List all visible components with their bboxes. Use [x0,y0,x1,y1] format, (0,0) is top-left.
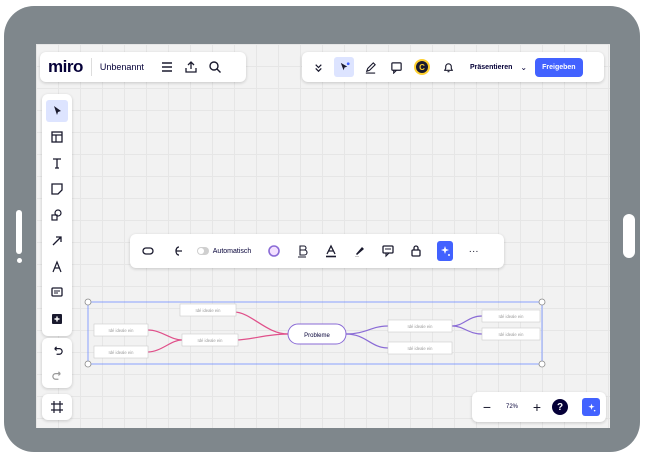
arrow-icon[interactable] [46,230,68,252]
zoom-level[interactable]: 72% [502,404,522,410]
mind-map-root-label: Probleme [304,333,330,339]
avatar-wrapper[interactable]: C [412,57,432,77]
mind-map-node[interactable]: Idé ideale ein [387,341,453,355]
comment-icon[interactable] [380,241,397,261]
branch-line [147,329,183,341]
mind-map-node-label: Idé ideale ein [499,314,525,319]
undo-redo-bar [42,338,72,388]
mind-map-node[interactable]: Idé ideale ein [93,345,149,359]
redo-icon[interactable] [47,366,67,386]
branch-icon[interactable] [169,241,186,261]
branch-line [233,311,289,335]
add-icon[interactable] [46,308,68,330]
auto-layout-toggle[interactable] [197,247,209,255]
undo-icon[interactable] [47,341,67,361]
mind-map-node[interactable]: Idé ideale ein [387,319,453,333]
menu-icon[interactable] [158,58,176,76]
zoom-out-button[interactable]: − [478,399,496,415]
assist-icon[interactable] [582,398,600,416]
mind-map-node-label: Idé ideale ein [109,350,135,355]
left-toolbar [42,94,72,336]
text-icon[interactable] [46,152,68,174]
zoom-in-button[interactable]: + [528,399,546,415]
reactions-cursor-icon[interactable] [334,57,354,77]
frames-button[interactable] [42,394,72,420]
mind-map-node-label: Idé ideale ein [408,346,434,351]
selection-handle [84,298,92,306]
side-dot [17,258,22,263]
lock-icon[interactable] [408,241,425,261]
branch-line [451,315,483,327]
selection-handle [538,298,546,306]
export-icon[interactable] [182,58,200,76]
more-icon[interactable]: ··· [465,241,482,261]
mind-map-node[interactable]: Idé ideale ein [181,333,239,347]
collaboration-bar: C Präsentieren ⌄ Freigeben [302,52,604,82]
mind-map-node-label: Idé ideale ein [198,338,224,343]
bell-icon[interactable] [438,57,458,77]
mind-map-node-label: Idé ideale ein [408,324,434,329]
frames-icon [51,401,63,413]
double-chevron-icon[interactable] [308,57,328,77]
context-toolbar: Automatisch ··· [130,234,504,268]
board-header: miro Unbenannt [40,52,246,82]
side-button-right [623,214,635,258]
miro-screen: Probleme Idé ideale ein Idé ideale ein I… [36,44,610,428]
selection-handle [84,360,92,368]
share-button[interactable]: Freigeben [535,57,583,77]
branch-line [345,333,389,349]
zoom-bar: − 72% + ? [472,392,606,422]
highlight-icon[interactable] [351,241,368,261]
mind-map-node-label: Idé ideale ein [196,308,222,313]
mind-map-node[interactable]: Idé ideale ein [481,309,541,323]
present-button[interactable]: Präsentieren [470,64,512,71]
page: Probleme Idé ideale ein Idé ideale ein I… [0,0,646,457]
shapes-icon[interactable] [46,204,68,226]
ai-icon[interactable] [436,241,454,261]
mind-map-node-label: Idé ideale ein [109,328,135,333]
branch-line [451,325,483,335]
present-dropdown-icon[interactable]: ⌄ [520,63,527,72]
branch-line [345,325,389,335]
branch-line [147,339,183,353]
sticky-note-icon[interactable] [46,178,68,200]
avatar[interactable]: C [414,59,430,75]
divider [90,58,92,76]
mind-map-node[interactable]: Idé ideale ein [481,327,541,341]
board-name[interactable]: Unbenannt [100,62,144,72]
auto-layout-label: Automatisch [212,247,252,255]
pen-icon[interactable] [360,57,380,77]
templates-icon[interactable] [46,126,68,148]
search-icon[interactable] [206,58,224,76]
shape-icon[interactable] [140,241,157,261]
selection-handle [538,360,546,368]
pen-icon[interactable] [46,256,68,278]
mind-map-node[interactable]: Idé ideale ein [179,303,237,317]
comment-icon[interactable] [46,282,68,304]
text-color-icon[interactable] [322,241,339,261]
help-button[interactable]: ? [552,399,568,415]
mind-map-node[interactable]: Idé ideale ein [93,323,149,337]
mind-map-node-label: Idé ideale ein [499,332,525,337]
text-style-icon[interactable] [294,241,311,261]
comment-icon[interactable] [386,57,406,77]
fill-color-icon[interactable] [265,241,282,261]
branch-line [235,333,289,341]
side-button-left [16,210,22,254]
miro-logo[interactable]: miro [48,57,83,77]
select-icon[interactable] [46,100,68,122]
